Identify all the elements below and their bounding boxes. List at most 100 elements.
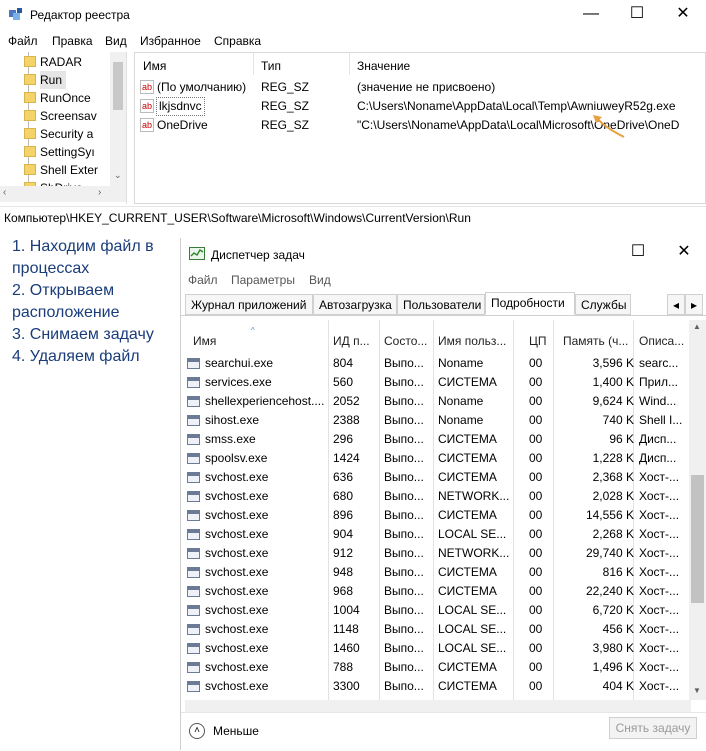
maximize-button[interactable]: ☐ <box>615 238 661 268</box>
process-scroll-thumb[interactable] <box>691 475 704 603</box>
minimize-button[interactable]: — <box>568 0 614 30</box>
tm-menu-file[interactable]: Файл <box>188 273 218 287</box>
process-cpu: 00 <box>529 375 543 389</box>
column-header-value[interactable]: Значение <box>357 59 410 73</box>
process-cpu: 00 <box>529 641 543 655</box>
process-pid: 896 <box>333 508 354 522</box>
table-row[interactable]: services.exe 560 Выпо... СИСТЕМА 00 1,400 K Пр… <box>185 373 691 392</box>
scroll-down-icon[interactable]: ▼ <box>693 686 701 695</box>
process-status: Выпо... <box>384 451 424 465</box>
tab-scroll-right-icon[interactable]: ▸ <box>685 294 703 315</box>
application-icon <box>187 605 200 616</box>
maximize-button[interactable]: ☐ <box>614 0 660 30</box>
end-task-button[interactable]: Снять задачу <box>609 717 697 739</box>
process-user: СИСТЕМА <box>438 451 497 465</box>
table-row[interactable]: spoolsv.exe 1424 Выпо... СИСТЕМА 00 1,228 K Ди… <box>185 449 691 468</box>
menu-file[interactable]: Файл <box>8 34 38 48</box>
registry-values-list[interactable]: Имя Тип Значение ab (По умолчанию) REG_S… <box>134 52 706 204</box>
tree-horizontal-scrollbar[interactable]: ‹ › <box>0 186 126 202</box>
tree-item-shell-extensions[interactable]: Shell Exter <box>24 161 98 179</box>
instruction-line: 2. Открываем <box>12 282 115 299</box>
process-cpu: 00 <box>529 413 543 427</box>
registry-titlebar[interactable]: Редактор реестра — ☐ ✕ <box>0 0 706 30</box>
tree-vertical-scrollbar[interactable]: ⌄ <box>110 52 126 186</box>
tab-services[interactable]: Службы <box>575 294 631 315</box>
registry-editor-window: Редактор реестра — ☐ ✕ Файл Правка Вид И… <box>0 0 706 229</box>
process-description: Хост-... <box>639 527 680 541</box>
tree-item-runonce[interactable]: RunOnce <box>24 89 91 107</box>
tree-item-settingsync[interactable]: SettingSyı <box>24 143 95 161</box>
process-description: Хост-... <box>639 489 680 503</box>
table-row[interactable]: svchost.exe 948 Выпо... СИСТЕМА 00 816 K Хост-… <box>185 563 691 582</box>
menu-favorites[interactable]: Избранное <box>140 34 201 48</box>
process-user: СИСТЕМА <box>438 508 497 522</box>
table-row[interactable]: shellexperiencehost.... 2052 Выпо... Noname… <box>185 392 691 411</box>
table-row[interactable]: svchost.exe 896 Выпо... СИСТЕМА 00 14,556 K Хо… <box>185 506 691 525</box>
menu-view[interactable]: Вид <box>105 34 127 48</box>
value-name: (По умолчанию) <box>157 80 247 94</box>
tree-item-screensaver[interactable]: Screensav <box>24 107 97 125</box>
table-row[interactable]: svchost.exe 680 Выпо... NETWORK... 00 2,028 K… <box>185 487 691 506</box>
process-list[interactable]: searchui.exe 804 Выпо... Noname 00 3,596 K sea… <box>185 320 691 700</box>
table-row[interactable]: smss.exe 296 Выпо... СИСТЕМА 00 96 K Дисп... <box>185 430 691 449</box>
close-button[interactable]: ✕ <box>660 0 706 30</box>
process-description: Хост-... <box>639 584 680 598</box>
table-row[interactable]: searchui.exe 804 Выпо... Noname 00 3,596 K sea… <box>185 354 691 373</box>
process-memory: 2,028 K <box>592 489 634 503</box>
tm-menu-view[interactable]: Вид <box>309 273 331 287</box>
scroll-right-icon[interactable]: › <box>98 187 101 198</box>
tree-item-radar[interactable]: RADAR <box>24 53 82 71</box>
instruction-line: процессах <box>12 260 90 277</box>
tree-scroll-thumb[interactable] <box>113 62 123 110</box>
process-memory: 9,624 K <box>592 394 634 408</box>
process-name: svchost.exe <box>205 584 269 598</box>
process-horizontal-scrollbar[interactable] <box>185 700 691 712</box>
tab-app-history[interactable]: Журнал приложений <box>185 294 313 315</box>
process-pid: 3300 <box>333 679 360 693</box>
tm-menu-options[interactable]: Параметры <box>231 273 295 287</box>
registry-value-row[interactable]: ab (По умолчанию) REG_SZ (значение не пр… <box>135 78 705 97</box>
process-user: NETWORK... <box>438 489 510 503</box>
application-icon <box>187 662 200 673</box>
process-memory: 2,268 K <box>592 527 634 541</box>
table-row[interactable]: svchost.exe 968 Выпо... СИСТЕМА 00 22,240 K Хо… <box>185 582 691 601</box>
tab-scroll-left-icon[interactable]: ◂ <box>667 294 685 315</box>
table-row[interactable]: svchost.exe 1460 Выпо... LOCAL SE... 00 3,980… <box>185 639 691 658</box>
table-row[interactable]: svchost.exe 904 Выпо... LOCAL SE... 00 2,268 … <box>185 525 691 544</box>
scroll-left-icon[interactable]: ‹ <box>3 187 6 198</box>
application-icon <box>187 377 200 388</box>
tree-item-run[interactable]: Run <box>24 71 67 89</box>
menu-edit[interactable]: Правка <box>52 34 93 48</box>
process-status: Выпо... <box>384 508 424 522</box>
tree-item-security[interactable]: Security a <box>24 125 93 143</box>
column-header-name[interactable]: Имя <box>143 59 166 73</box>
application-icon <box>187 510 200 521</box>
table-row[interactable]: svchost.exe 3300 Выпо... СИСТЕМА 00 404 K Хост… <box>185 677 691 696</box>
scroll-down-icon[interactable]: ⌄ <box>114 170 122 181</box>
process-memory: 3,596 K <box>592 356 634 370</box>
tab-startup[interactable]: Автозагрузка <box>313 294 397 315</box>
tree-item-label: RunOnce <box>40 91 91 105</box>
process-name: spoolsv.exe <box>205 451 268 465</box>
process-memory: 14,556 K <box>585 508 634 522</box>
tab-users[interactable]: Пользователи <box>397 294 485 315</box>
close-button[interactable]: ✕ <box>661 238 706 268</box>
printer-icon <box>187 453 200 464</box>
scroll-up-icon[interactable]: ▲ <box>693 322 701 331</box>
table-row[interactable]: svchost.exe 1148 Выпо... LOCAL SE... 00 456 K… <box>185 620 691 639</box>
table-row[interactable]: sihost.exe 2388 Выпо... Noname 00 740 K Shell … <box>185 411 691 430</box>
table-row[interactable]: svchost.exe 1004 Выпо... LOCAL SE... 00 6,720… <box>185 601 691 620</box>
column-header-type[interactable]: Тип <box>261 59 281 73</box>
task-manager-window: Диспетчер задач ☐ ✕ Файл Параметры Вид Ж… <box>180 238 706 750</box>
process-user: Noname <box>438 356 484 370</box>
process-pid: 1460 <box>333 641 360 655</box>
table-row[interactable]: svchost.exe 788 Выпо... СИСТЕМА 00 1,496 K Хос… <box>185 658 691 677</box>
tree-item-label: Run <box>40 73 63 87</box>
menu-help[interactable]: Справка <box>214 34 261 48</box>
process-name: svchost.exe <box>205 660 269 674</box>
table-row[interactable]: svchost.exe 636 Выпо... СИСТЕМА 00 2,368 K Хос… <box>185 468 691 487</box>
process-status: Выпо... <box>384 679 424 693</box>
table-row[interactable]: svchost.exe 912 Выпо... NETWORK... 00 29,740 … <box>185 544 691 563</box>
tab-details[interactable]: Подробности <box>485 292 575 315</box>
registry-tree[interactable]: RADAR Run RunOnce Screensav Security a S… <box>0 52 127 204</box>
